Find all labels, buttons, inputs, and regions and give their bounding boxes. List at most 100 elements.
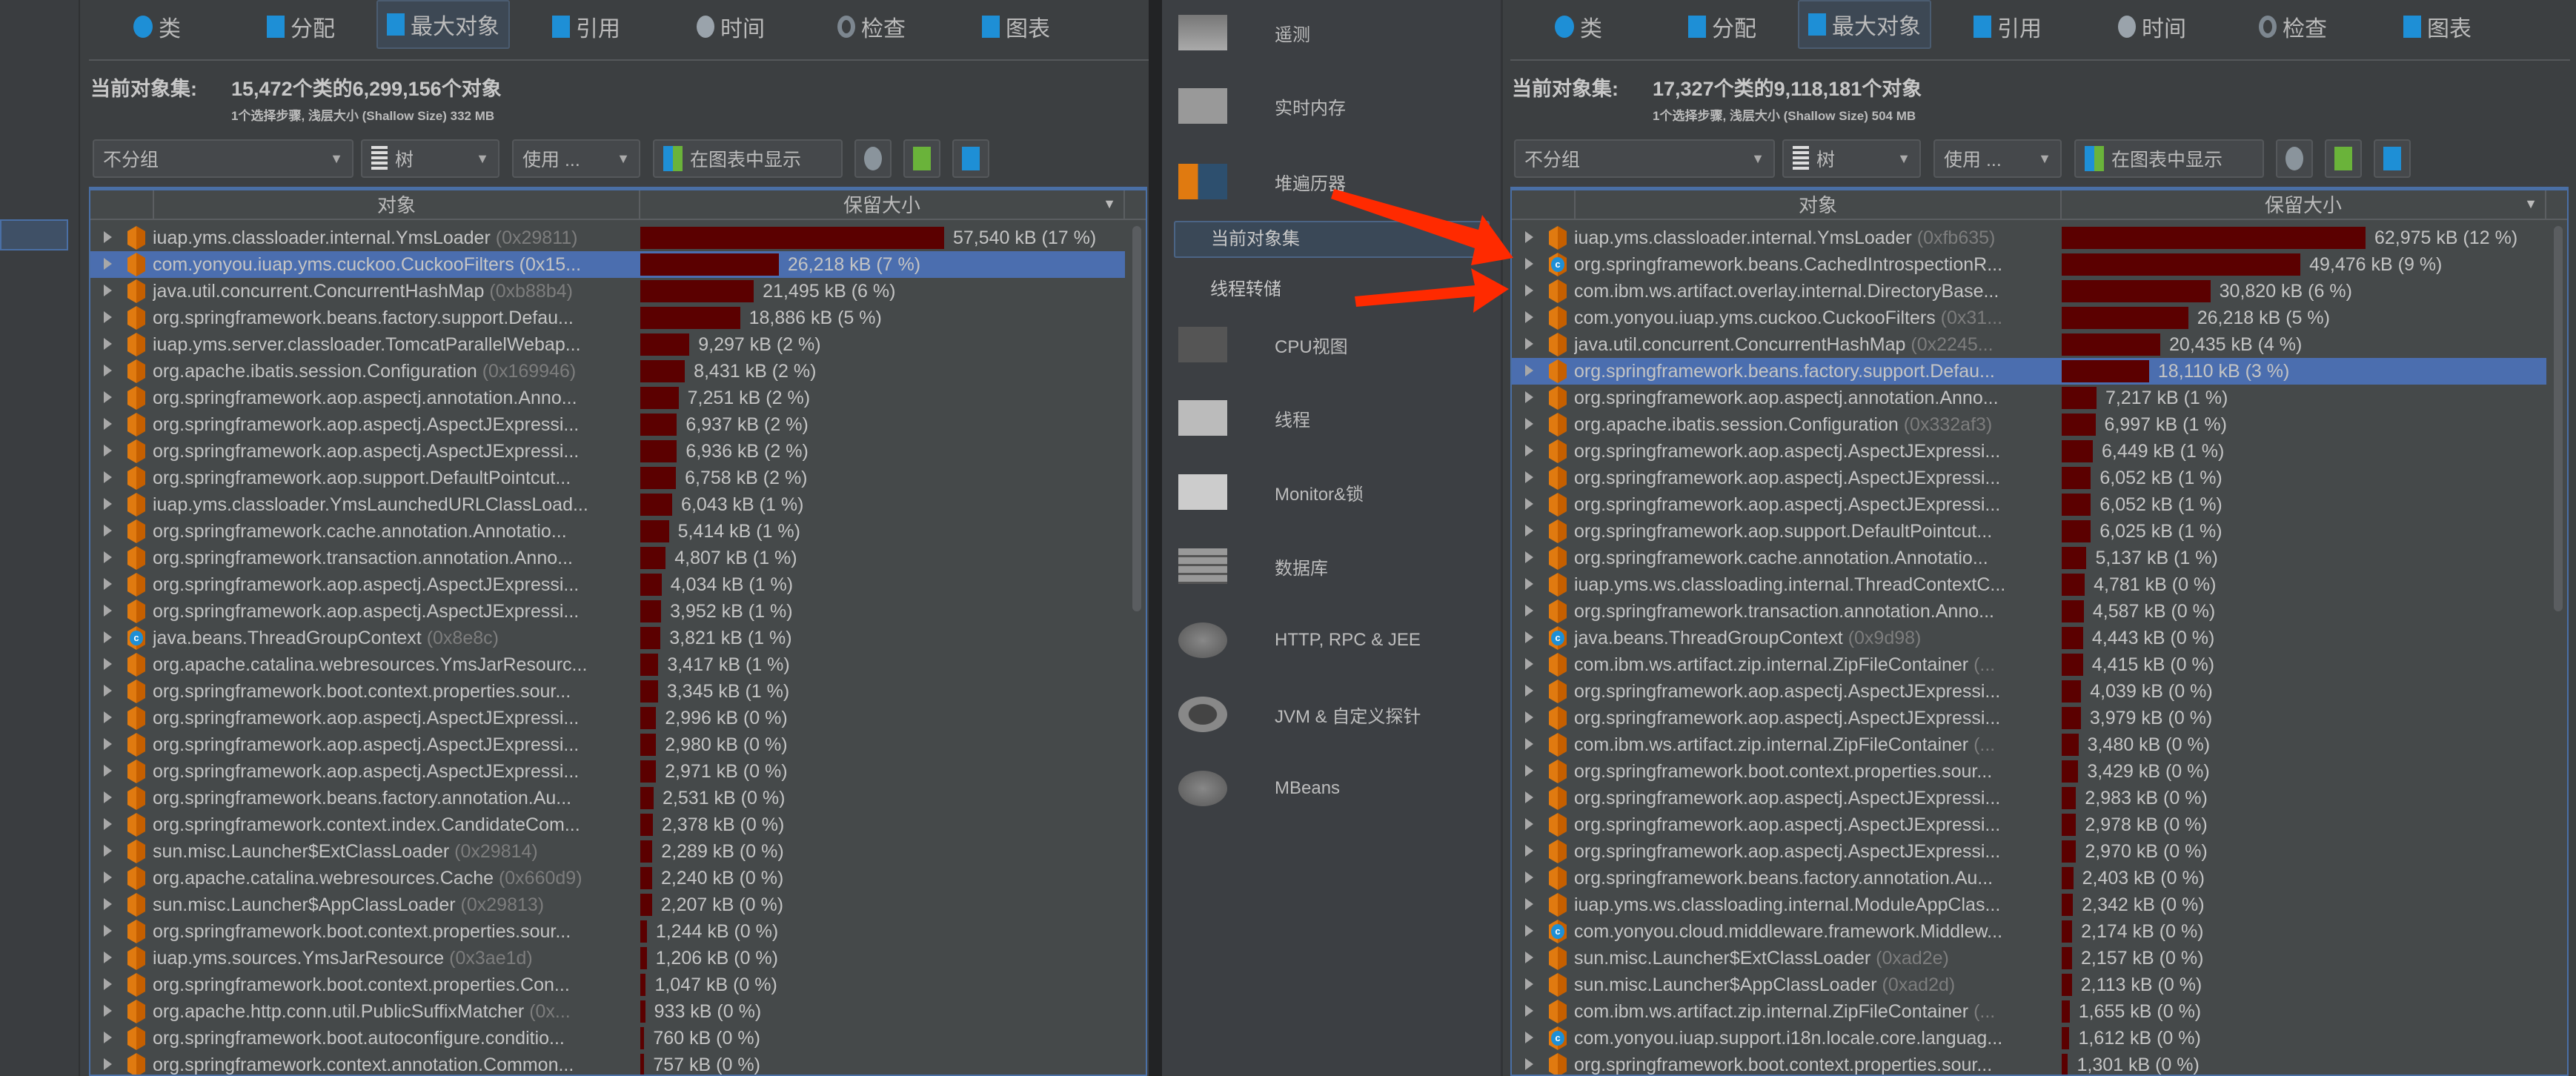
- expand-triangle-icon[interactable]: [104, 1058, 112, 1070]
- table-row[interactable]: org.springframework.boot.context.propert…: [90, 918, 1125, 945]
- table-row[interactable]: org.springframework.aop.aspectj.AspectJE…: [1512, 705, 2546, 731]
- table-row[interactable]: org.springframework.beans.factory.annota…: [90, 785, 1125, 811]
- settings-button[interactable]: [854, 139, 892, 178]
- table-row[interactable]: org.springframework.aop.aspectj.AspectJE…: [90, 705, 1125, 731]
- expand-triangle-icon[interactable]: [1525, 498, 1533, 510]
- expand-triangle-icon[interactable]: [104, 525, 112, 537]
- table-row[interactable]: org.springframework.aop.aspectj.AspectJE…: [90, 598, 1125, 625]
- expand-triangle-icon[interactable]: [1525, 978, 1533, 990]
- table-row[interactable]: org.springframework.context.annotation.C…: [90, 1052, 1125, 1075]
- column-header-object[interactable]: 对象: [154, 190, 640, 220]
- table-row[interactable]: c java.beans.ThreadGroupContext (0x8e8c) 3…: [90, 625, 1125, 651]
- table-row[interactable]: java.util.concurrent.ConcurrentHashMap (…: [90, 278, 1125, 305]
- table-row[interactable]: org.springframework.boot.context.propert…: [1512, 758, 2546, 785]
- expand-triangle-icon[interactable]: [1525, 791, 1533, 803]
- column-header-retained-size[interactable]: 保留大小: [2062, 190, 2546, 220]
- expand-triangle-icon[interactable]: [1525, 765, 1533, 777]
- export-button[interactable]: [2325, 139, 2362, 178]
- use-dropdown[interactable]: 使用 ... ▼: [1933, 139, 2062, 178]
- expand-triangle-icon[interactable]: [1525, 445, 1533, 456]
- expand-triangle-icon[interactable]: [1525, 525, 1533, 537]
- expand-triangle-icon[interactable]: [104, 765, 112, 777]
- table-row[interactable]: org.apache.ibatis.session.Configuration …: [90, 358, 1125, 385]
- expand-triangle-icon[interactable]: [104, 685, 112, 697]
- view-mode-dropdown[interactable]: 树 ▼: [1782, 139, 1921, 178]
- column-header-retained-size[interactable]: 保留大小: [640, 190, 1125, 220]
- table-row[interactable]: c org.springframework.beans.CachedIntrosp…: [1512, 251, 2546, 278]
- grouping-dropdown[interactable]: 不分组 ▼: [93, 139, 353, 178]
- show-in-graph-button[interactable]: 在图表中显示: [653, 139, 843, 178]
- expand-triangle-icon[interactable]: [104, 311, 112, 323]
- table-row[interactable]: org.apache.catalina.webresources.Cache (…: [90, 865, 1125, 891]
- tab-1[interactable]: 分配: [1688, 6, 1756, 47]
- table-row[interactable]: org.springframework.aop.aspectj.AspectJE…: [90, 571, 1125, 598]
- table-row[interactable]: org.springframework.cache.annotation.Ann…: [1512, 545, 2546, 571]
- nav-item-2[interactable]: 堆遍历器: [1178, 164, 1346, 199]
- table-row[interactable]: iuap.yms.ws.classloading.internal.Thread…: [1512, 571, 2546, 598]
- expand-triangle-icon[interactable]: [1525, 1005, 1533, 1017]
- column-header-object[interactable]: 对象: [1576, 190, 2062, 220]
- table-row[interactable]: org.springframework.aop.aspectj.AspectJE…: [1512, 491, 2546, 518]
- table-row[interactable]: org.apache.ibatis.session.Configuration …: [1512, 411, 2546, 438]
- table-row[interactable]: c com.yonyou.iuap.support.i18n.locale.cor…: [1512, 1025, 2546, 1052]
- table-row[interactable]: org.springframework.transaction.annotati…: [90, 545, 1125, 571]
- expand-triangle-icon[interactable]: [1525, 685, 1533, 697]
- table-row[interactable]: com.ibm.ws.artifact.zip.internal.ZipFile…: [1512, 651, 2546, 678]
- nav-subitem-1[interactable]: 线程转储: [1210, 274, 1281, 300]
- expand-triangle-icon[interactable]: [1525, 1058, 1533, 1070]
- table-row[interactable]: c java.beans.ThreadGroupContext (0x9d98) 4…: [1512, 625, 2546, 651]
- expand-triangle-icon[interactable]: [104, 498, 112, 510]
- tab-5[interactable]: 检查: [837, 6, 906, 47]
- table-row[interactable]: com.ibm.ws.artifact.overlay.internal.Dir…: [1512, 278, 2546, 305]
- info-button[interactable]: [952, 139, 989, 178]
- expand-triangle-icon[interactable]: [1525, 952, 1533, 963]
- expand-triangle-icon[interactable]: [1525, 925, 1533, 937]
- table-row[interactable]: org.springframework.aop.support.DefaultP…: [90, 465, 1125, 491]
- expand-triangle-icon[interactable]: [1525, 365, 1533, 376]
- expand-triangle-icon[interactable]: [1525, 711, 1533, 723]
- table-row[interactable]: org.springframework.aop.aspectj.AspectJE…: [90, 411, 1125, 438]
- table-row[interactable]: iuap.yms.classloader.internal.YmsLoader …: [1512, 225, 2546, 251]
- table-row[interactable]: c com.yonyou.cloud.middleware.framework.M…: [1512, 918, 2546, 945]
- nav-item-9[interactable]: MBeans: [1178, 771, 1340, 806]
- nav-item-4[interactable]: 线程: [1178, 400, 1310, 436]
- expand-triangle-icon[interactable]: [1525, 338, 1533, 350]
- expand-triangle-icon[interactable]: [1525, 845, 1533, 857]
- expand-triangle-icon[interactable]: [1525, 258, 1533, 270]
- expand-triangle-icon[interactable]: [104, 738, 112, 750]
- table-row[interactable]: org.springframework.aop.aspectj.AspectJE…: [90, 758, 1125, 785]
- expand-triangle-icon[interactable]: [1525, 871, 1533, 883]
- expand-triangle-icon[interactable]: [104, 471, 112, 483]
- export-button[interactable]: [903, 139, 940, 178]
- expand-triangle-icon[interactable]: [104, 231, 112, 243]
- table-row[interactable]: iuap.yms.classloader.YmsLaunchedURLClass…: [90, 491, 1125, 518]
- expand-triangle-icon[interactable]: [1525, 285, 1533, 296]
- tab-0[interactable]: 类: [1555, 6, 1602, 47]
- table-row[interactable]: sun.misc.Launcher$ExtClassLoader (0x2981…: [90, 838, 1125, 865]
- expand-triangle-icon[interactable]: [104, 551, 112, 563]
- expand-triangle-icon[interactable]: [1525, 231, 1533, 243]
- expand-triangle-icon[interactable]: [104, 418, 112, 430]
- expand-triangle-icon[interactable]: [1525, 311, 1533, 323]
- table-row[interactable]: org.springframework.aop.aspectj.annotati…: [90, 385, 1125, 411]
- grouping-dropdown[interactable]: 不分组 ▼: [1514, 139, 1775, 178]
- nav-item-8[interactable]: JVM & 自定义探针: [1178, 697, 1421, 732]
- table-row[interactable]: iuap.yms.sources.YmsJarResource (0x3ae1d…: [90, 945, 1125, 972]
- expand-triangle-icon[interactable]: [104, 631, 112, 643]
- table-row[interactable]: com.ibm.ws.artifact.zip.internal.ZipFile…: [1512, 731, 2546, 758]
- table-row[interactable]: org.springframework.aop.aspectj.AspectJE…: [1512, 678, 2546, 705]
- table-row[interactable]: sun.misc.Launcher$ExtClassLoader (0xad2e…: [1512, 945, 2546, 972]
- expand-triangle-icon[interactable]: [1525, 471, 1533, 483]
- left-strip-selected-item[interactable]: [0, 219, 68, 250]
- table-row[interactable]: org.springframework.cache.annotation.Ann…: [90, 518, 1125, 545]
- table-row[interactable]: sun.misc.Launcher$AppClassLoader (0x2981…: [90, 891, 1125, 918]
- table-row[interactable]: org.springframework.aop.aspectj.AspectJE…: [1512, 785, 2546, 811]
- expand-triangle-icon[interactable]: [104, 845, 112, 857]
- expand-triangle-icon[interactable]: [104, 658, 112, 670]
- expand-triangle-icon[interactable]: [1525, 818, 1533, 830]
- tab-3[interactable]: 引用: [552, 6, 620, 47]
- table-row[interactable]: sun.misc.Launcher$AppClassLoader (0xad2d…: [1512, 972, 2546, 998]
- table-row[interactable]: iuap.yms.classloader.internal.YmsLoader …: [90, 225, 1125, 251]
- table-row[interactable]: com.yonyou.iuap.yms.cuckoo.CuckooFilters…: [90, 251, 1125, 278]
- expand-triangle-icon[interactable]: [104, 952, 112, 963]
